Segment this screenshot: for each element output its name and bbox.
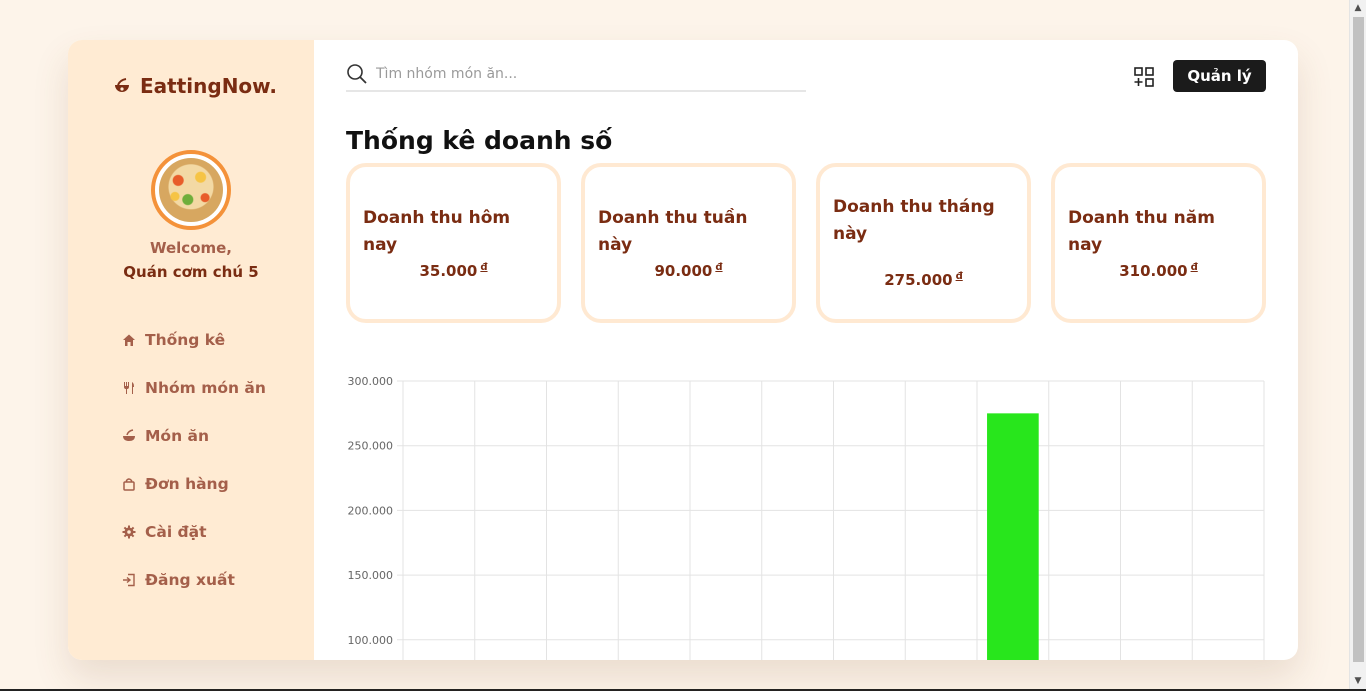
y-tick-label: 250.000 [348,440,394,453]
logout-icon [123,573,135,587]
sidebar-item-label: Nhóm món ăn [145,379,266,397]
stat-value: 310.000 đ [1055,262,1262,280]
sidebar-item-settings[interactable]: Cài đặt [122,508,266,556]
bowl-icon [123,429,135,441]
stat-amount: 275.000 [884,271,953,289]
welcome-text: Welcome, [149,239,233,257]
currency-symbol: đ [480,262,488,273]
sidebar-item-label: Đơn hàng [145,475,229,493]
chart-bar[interactable] [987,413,1039,660]
grid-add-icon[interactable] [1133,66,1155,88]
sidebar-item-statistics[interactable]: Thống kê [122,316,266,364]
avatar[interactable] [151,150,231,230]
food-pot-icon [115,78,129,92]
scroll-down-icon[interactable]: ▼ [1350,673,1366,689]
search-icon[interactable] [346,63,368,85]
scrollbar-thumb[interactable] [1353,17,1364,662]
search-input[interactable] [376,66,806,82]
stat-value: 275.000 đ [820,271,1027,289]
brand-logo[interactable]: EattingNow. [112,74,277,98]
y-tick-label: 300.000 [348,375,394,388]
stat-card-month: Doanh thu tháng này 275.000 đ [816,163,1031,323]
stat-label: Doanh thu năm nay [1068,208,1215,255]
utensils-icon [124,382,134,394]
home-icon [123,334,135,346]
stat-value: 35.000 đ [350,262,557,280]
sidebar-item-label: Cài đặt [145,523,207,541]
sidebar-item-dishes[interactable]: Món ăn [122,412,266,460]
revenue-chart: 300.000 250.000 200.000 150.000 100.000 [346,370,1266,660]
currency-symbol: đ [715,262,723,273]
y-tick-label: 150.000 [348,569,394,582]
brand-name: EattingNow. [140,74,277,98]
sidebar-item-label: Đăng xuất [145,571,235,589]
currency-symbol: đ [1190,262,1198,273]
stat-label: Doanh thu tuần này [598,208,748,255]
stat-card-year: Doanh thu năm nay 310.000 đ [1051,163,1266,323]
stat-amount: 35.000 [419,262,478,280]
gear-icon [122,525,136,539]
stat-card-week: Doanh thu tuần này 90.000 đ [581,163,796,323]
stat-card-today: Doanh thu hôm nay 35.000 đ [346,163,561,323]
page-title: Thống kê doanh số [346,126,613,155]
stat-amount: 310.000 [1119,262,1188,280]
sidebar-nav: Thống kê Nhóm món ăn Món ăn Đơn hàng Cài… [122,316,266,612]
y-tick-label: 100.000 [348,634,394,647]
currency-symbol: đ [955,271,963,282]
sidebar-item-logout[interactable]: Đăng xuất [122,556,266,604]
stat-amount: 90.000 [654,262,713,280]
avatar-image [159,158,223,222]
revenue-chart-svg: 300.000 250.000 200.000 150.000 100.000 [348,375,1265,660]
sidebar-item-food-groups[interactable]: Nhóm món ăn [122,364,266,412]
sidebar-item-orders[interactable]: Đơn hàng [122,460,266,508]
dashboard-card: EattingNow. Welcome, Quán cơm chú 5 Thốn… [68,40,1298,660]
stat-label: Doanh thu hôm nay [363,208,511,255]
stat-value: 90.000 đ [585,262,792,280]
shopping-bag-icon [123,478,135,491]
manage-button[interactable]: Quản lý [1173,60,1266,92]
shop-name: Quán cơm chú 5 [123,263,259,281]
scroll-up-icon[interactable]: ▲ [1350,0,1366,16]
search-bar [346,58,806,92]
page-scrollbar[interactable]: ▲ ▼ [1349,0,1366,689]
sidebar-item-label: Món ăn [145,427,209,445]
sidebar: EattingNow. Welcome, Quán cơm chú 5 Thốn… [68,40,314,660]
sidebar-item-label: Thống kê [145,331,226,349]
y-tick-label: 200.000 [348,504,394,517]
stat-label: Doanh thu tháng này [833,197,995,244]
